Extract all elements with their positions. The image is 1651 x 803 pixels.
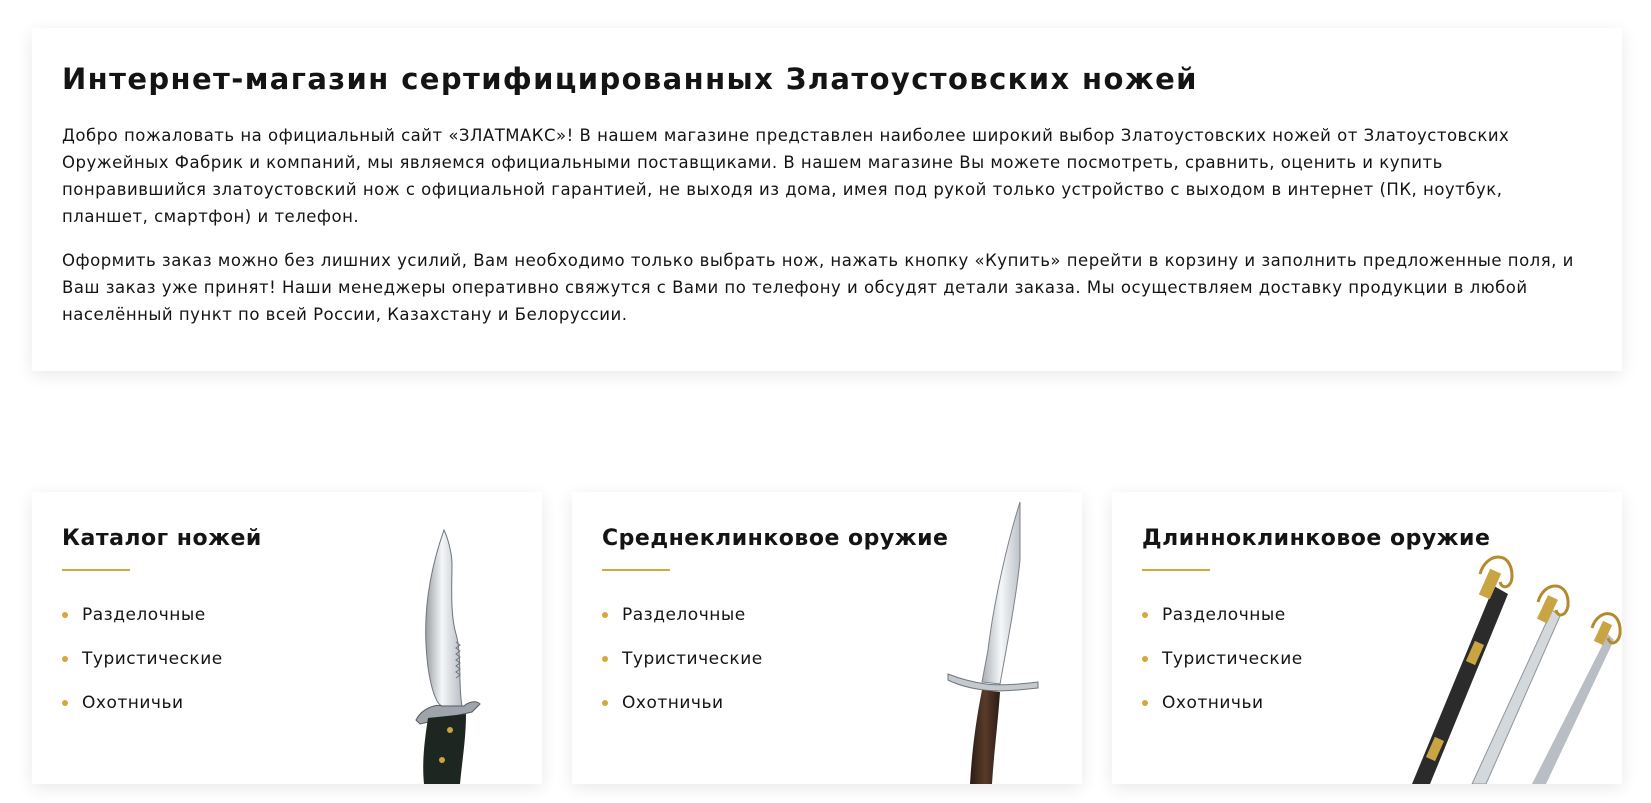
category-card-medium-blade[interactable]: Среднеклинковое оружие Разделочные Турис… bbox=[572, 492, 1082, 784]
bullet-dot-icon bbox=[602, 656, 608, 662]
intro-paragraph-ordering: Оформить заказ можно без лишних усилий, … bbox=[62, 250, 1574, 324]
category-card-title[interactable]: Длинноклинковое оружие bbox=[1142, 526, 1490, 551]
category-link[interactable]: Туристические bbox=[62, 649, 223, 693]
category-cards: Каталог ножей Разделочные Туристические … bbox=[32, 492, 1622, 784]
category-card-title[interactable]: Каталог ножей bbox=[62, 526, 262, 551]
title-underline bbox=[602, 569, 670, 571]
category-link[interactable]: Туристические bbox=[1142, 649, 1303, 693]
category-link-label[interactable]: Разделочные bbox=[82, 605, 206, 625]
category-link-label[interactable]: Разделочные bbox=[1162, 605, 1286, 625]
bullet-dot-icon bbox=[62, 612, 68, 618]
sabers-image bbox=[1412, 555, 1622, 784]
bullet-dot-icon bbox=[602, 700, 608, 706]
dagger-image bbox=[947, 501, 1039, 784]
intro-paragraph-welcome: Добро пожаловать на официальный сайт «ЗЛ… bbox=[62, 125, 1510, 226]
category-link[interactable]: Охотничьи bbox=[602, 693, 763, 737]
category-link-label[interactable]: Разделочные bbox=[622, 605, 746, 625]
hunting-knife-image bbox=[415, 528, 481, 784]
bullet-dot-icon bbox=[62, 700, 68, 706]
page-title: Интернет-магазин сертифицированных Злато… bbox=[62, 62, 1198, 96]
bullet-dot-icon bbox=[1142, 700, 1148, 706]
category-link-label[interactable]: Охотничьи bbox=[82, 693, 184, 713]
category-link-label[interactable]: Туристические bbox=[622, 649, 763, 669]
title-underline bbox=[62, 569, 130, 571]
category-card-title[interactable]: Среднеклинковое оружие bbox=[602, 526, 948, 551]
title-underline bbox=[1142, 569, 1210, 571]
category-link[interactable]: Разделочные bbox=[62, 605, 223, 649]
category-link-list: Разделочные Туристические Охотничьи bbox=[602, 605, 763, 737]
bullet-dot-icon bbox=[602, 612, 608, 618]
category-link-label[interactable]: Туристические bbox=[1162, 649, 1303, 669]
category-link[interactable]: Охотничьи bbox=[62, 693, 223, 737]
bullet-dot-icon bbox=[1142, 612, 1148, 618]
category-link[interactable]: Охотничьи bbox=[1142, 693, 1303, 737]
category-link-label[interactable]: Охотничьи bbox=[622, 693, 724, 713]
category-card-knife-catalog[interactable]: Каталог ножей Разделочные Туристические … bbox=[32, 492, 542, 784]
category-link-label[interactable]: Туристические bbox=[82, 649, 223, 669]
category-link[interactable]: Туристические bbox=[602, 649, 763, 693]
intro-card: Интернет-магазин сертифицированных Злато… bbox=[32, 28, 1622, 371]
category-link[interactable]: Разделочные bbox=[602, 605, 763, 649]
category-link-label[interactable]: Охотничьи bbox=[1162, 693, 1264, 713]
bullet-dot-icon bbox=[1142, 656, 1148, 662]
category-card-long-blade[interactable]: Длинноклинковое оружие Разделочные Турис… bbox=[1112, 492, 1622, 784]
category-link[interactable]: Разделочные bbox=[1142, 605, 1303, 649]
category-link-list: Разделочные Туристические Охотничьи bbox=[1142, 605, 1303, 737]
category-link-list: Разделочные Туристические Охотничьи bbox=[62, 605, 223, 737]
bullet-dot-icon bbox=[62, 656, 68, 662]
